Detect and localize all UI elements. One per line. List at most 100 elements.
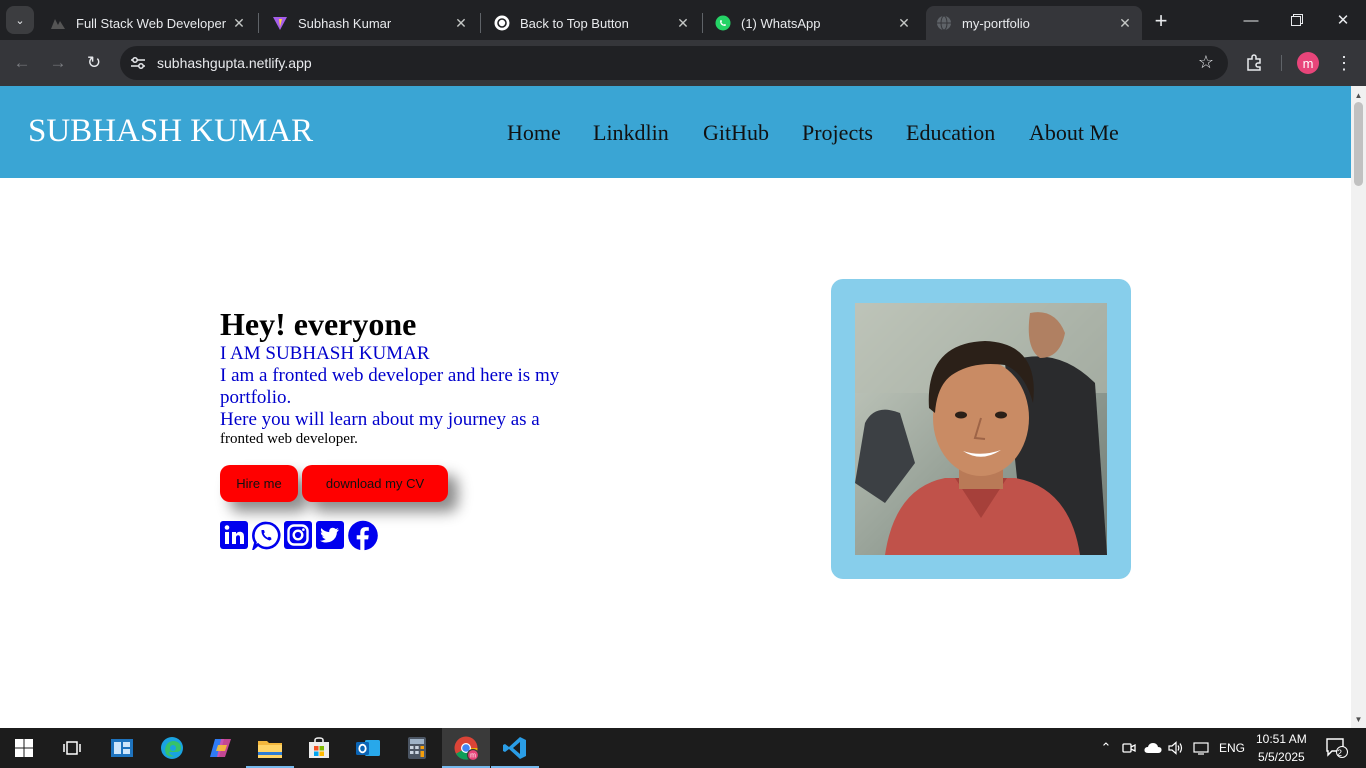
file-explorer-icon	[258, 741, 282, 758]
chrome-icon: m	[454, 736, 479, 761]
tab-full-stack[interactable]: Full Stack Web Developer ✕	[40, 6, 256, 40]
show-hidden-icons-chevron-icon[interactable]: ⌃	[1096, 738, 1116, 758]
edge-button[interactable]	[148, 728, 196, 768]
whatsapp-icon[interactable]	[251, 520, 281, 550]
calculator-icon	[408, 737, 426, 759]
restore-icon	[1291, 14, 1303, 26]
scroll-down-arrow-icon[interactable]: ▼	[1351, 712, 1366, 726]
hero-intro-name: I AM SUBHASH KUMAR	[220, 343, 430, 364]
toolbar-divider	[1281, 55, 1282, 71]
site-header: SUBHASH KUMAR Home Linkdlin GitHub Proje…	[0, 86, 1351, 178]
reload-icon: ↻	[86, 53, 102, 72]
copilot-button[interactable]	[197, 728, 245, 768]
chatgpt-favicon-icon	[494, 15, 510, 31]
scrollbar-thumb[interactable]	[1354, 102, 1363, 186]
widgets-button[interactable]	[98, 728, 146, 768]
browser-toolbar: ← → ↻ subhashgupta.netlify.app ☆ m ⋮	[0, 40, 1366, 86]
globe-favicon-icon	[936, 15, 952, 31]
tab-subhash-kumar[interactable]: Subhash Kumar ✕	[262, 6, 478, 40]
whatsapp-favicon-icon	[715, 15, 731, 31]
linkedin-icon[interactable]	[219, 520, 249, 550]
profile-photo	[855, 303, 1107, 555]
nav-projects[interactable]: Projects	[802, 120, 873, 146]
tab-back-to-top[interactable]: Back to Top Button ✕	[484, 6, 700, 40]
site-settings-icon[interactable]	[128, 53, 148, 73]
page-viewport: SUBHASH KUMAR Home Linkdlin GitHub Proje…	[0, 86, 1351, 728]
tab-whatsapp[interactable]: (1) WhatsApp ✕	[705, 6, 921, 40]
close-icon[interactable]: ✕	[674, 14, 692, 32]
chevron-down-icon: ⌄	[15, 14, 25, 27]
browser-tab-strip: ⌄ Full Stack Web Developer ✕ Subhash Kum…	[0, 0, 1366, 40]
hire-me-button[interactable]: Hire me	[220, 465, 298, 502]
clock-time[interactable]: 10:51 AM	[1256, 732, 1307, 746]
nav-home[interactable]: Home	[507, 120, 561, 146]
task-view-button[interactable]	[48, 728, 96, 768]
arrow-right-icon: →	[49, 53, 67, 72]
reload-button[interactable]: ↻	[80, 49, 108, 77]
extensions-button[interactable]	[1242, 51, 1266, 75]
minimize-icon: —	[1243, 11, 1259, 29]
volume-icon[interactable]	[1166, 738, 1186, 758]
more-menu-icon[interactable]: ⋮	[1334, 51, 1354, 75]
windows-logo-icon	[15, 739, 33, 757]
tab-my-portfolio[interactable]: my-portfolio ✕	[926, 6, 1142, 40]
minimize-button[interactable]: —	[1228, 0, 1274, 40]
outlook-button[interactable]	[344, 728, 392, 768]
profile-photo-frame	[831, 279, 1131, 579]
tab-search-button[interactable]: ⌄	[6, 6, 34, 34]
nav-github[interactable]: GitHub	[703, 120, 769, 146]
tab-divider	[702, 13, 703, 33]
input-language[interactable]: ENG	[1219, 741, 1245, 755]
nav-about-me[interactable]: About Me	[1029, 120, 1119, 146]
address-bar[interactable]: subhashgupta.netlify.app ☆	[120, 46, 1228, 80]
file-explorer-button[interactable]	[246, 728, 294, 768]
onedrive-cloud-icon[interactable]	[1143, 738, 1163, 758]
start-button[interactable]	[0, 728, 48, 768]
download-cv-button[interactable]: download my CV	[302, 465, 448, 502]
bookmark-star-icon[interactable]: ☆	[1198, 52, 1214, 73]
store-button[interactable]	[295, 728, 343, 768]
nav-linkedin[interactable]: Linkdlin	[593, 120, 669, 146]
vite-favicon-icon	[272, 15, 288, 31]
meet-now-icon[interactable]	[1119, 738, 1139, 758]
tab-title: Back to Top Button	[520, 15, 629, 31]
notification-count: 2	[1337, 748, 1343, 758]
site-brand[interactable]: SUBHASH KUMAR	[28, 113, 313, 150]
tab-divider	[480, 13, 481, 33]
widgets-icon	[111, 739, 133, 757]
hero-title: Hey! everyone	[220, 306, 417, 342]
close-icon[interactable]: ✕	[230, 14, 248, 32]
profile-avatar[interactable]: m	[1297, 52, 1319, 74]
close-window-button[interactable]: ✕	[1320, 0, 1366, 40]
outlook-icon	[356, 740, 380, 756]
close-icon[interactable]: ✕	[452, 14, 470, 32]
url-text[interactable]: subhashgupta.netlify.app	[157, 55, 312, 71]
chrome-button[interactable]: m	[442, 728, 490, 768]
close-icon[interactable]: ✕	[895, 14, 913, 32]
twitter-icon[interactable]	[315, 520, 345, 550]
clock-date[interactable]: 5/5/2025	[1258, 750, 1305, 764]
forward-button[interactable]: →	[44, 49, 72, 77]
facebook-icon[interactable]	[348, 520, 378, 550]
plus-icon: +	[1154, 8, 1168, 33]
puzzle-icon	[1247, 54, 1261, 71]
scroll-up-arrow-icon[interactable]: ▲	[1351, 88, 1366, 102]
tab-title: (1) WhatsApp	[741, 15, 821, 31]
nav-education[interactable]: Education	[906, 120, 995, 146]
hero-intro-role: fronted web developer.	[220, 431, 358, 447]
arrow-left-icon: ←	[13, 53, 31, 72]
calculator-button[interactable]	[393, 728, 441, 768]
tab-divider	[258, 13, 259, 33]
back-button[interactable]: ←	[8, 49, 36, 77]
page-scrollbar[interactable]: ▲ ▼	[1351, 86, 1366, 728]
close-icon[interactable]: ✕	[1116, 14, 1134, 32]
instagram-icon[interactable]	[283, 520, 313, 550]
new-tab-button[interactable]: +	[1148, 8, 1174, 34]
vscode-button[interactable]	[491, 728, 539, 768]
tab-title: my-portfolio	[962, 15, 1030, 31]
restore-button[interactable]	[1274, 0, 1320, 40]
network-icon[interactable]	[1191, 738, 1211, 758]
store-icon	[309, 737, 329, 758]
chrome-profile-initial: m	[470, 752, 476, 759]
task-view-icon	[63, 741, 81, 755]
